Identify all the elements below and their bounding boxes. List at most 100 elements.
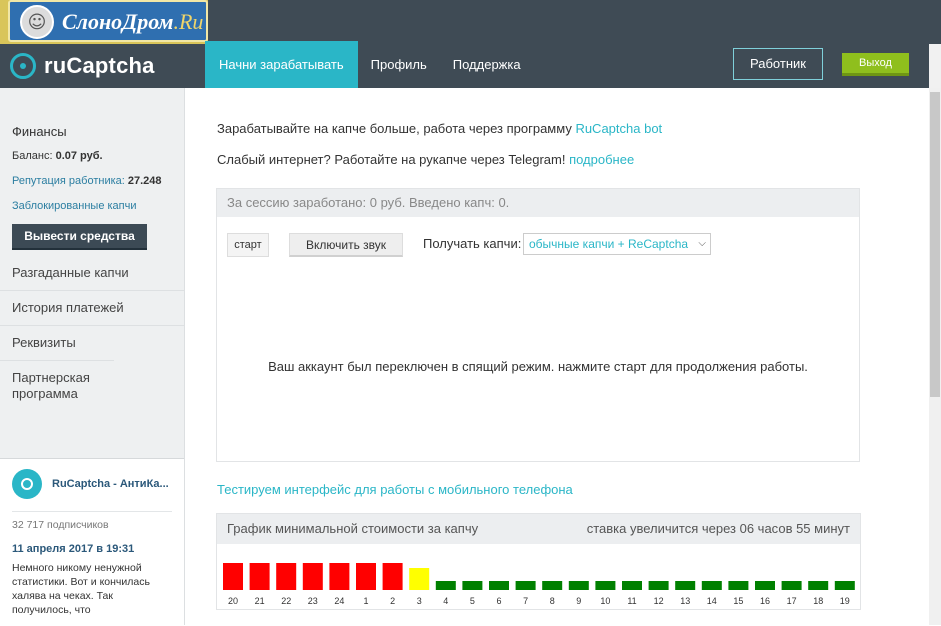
chart-bar-19: [834, 581, 855, 590]
chart-tick-label: 9: [576, 596, 581, 606]
vk-subscribers: 32 717 подписчиков: [12, 519, 109, 531]
price-chart-panel: График минимальной стоимости за капчу ст…: [216, 513, 861, 610]
chart-bar-18: [808, 581, 829, 590]
chart-tick-label: 20: [228, 596, 238, 606]
brand-logo[interactable]: ruCaptcha: [10, 44, 155, 88]
details-link[interactable]: подробнее: [569, 152, 634, 167]
chart-tick-label: 4: [443, 596, 448, 606]
chart-bar-9: [568, 581, 589, 590]
chart-bar-22: [276, 563, 297, 590]
price-chart: 20 21 22 23 24 1 2 3 4 5 6 7 8 9 10 11 12 13 14 15 16 17 18 19: [223, 563, 855, 606]
chart-note: ставка увеличится через 06 часов 55 мину…: [586, 521, 850, 536]
chart-tick-label: 8: [550, 596, 555, 606]
chart-bar-23: [302, 563, 323, 590]
overlay-logo-text: СлоноДром.Ru: [62, 9, 204, 34]
chart-tick-label: 14: [707, 596, 717, 606]
brand-name: ruCaptcha: [44, 53, 155, 78]
chart-tick-label: 21: [255, 596, 265, 606]
intro-line-2: Слабый интернет? Работайте на рукапче че…: [217, 152, 634, 167]
reputation-value: 27.248: [127, 175, 162, 187]
balance-line: Баланс: 0.07 руб.: [12, 150, 103, 162]
chart-bar-4: [435, 581, 456, 590]
elephant-icon: ☺: [20, 5, 54, 39]
chart-bar-12: [648, 581, 669, 590]
blocked-captchas-link[interactable]: Заблокированные капчи: [12, 200, 137, 212]
sidebar-item-payments[interactable]: История платежей: [0, 290, 184, 325]
vk-group-name[interactable]: RuCaptcha - АнтиКа...: [52, 478, 176, 490]
sound-toggle-button[interactable]: Включить звук: [289, 233, 403, 257]
chart-bar-20: [223, 563, 243, 590]
divider: [12, 511, 172, 512]
chart-tick-label: 11: [627, 596, 636, 606]
rucaptcha-bot-link[interactable]: RuCaptcha bot: [575, 121, 662, 136]
chevron-down-icon: ⌵: [698, 238, 706, 249]
chart-bar-2: [382, 563, 403, 590]
nav-support[interactable]: Поддержка: [440, 41, 534, 88]
mobile-interface-link[interactable]: Тестируем интерфейс для работы с мобильн…: [217, 482, 573, 497]
sidebar-menu: Разгаданные капчи История платежей Рекви…: [0, 256, 184, 411]
session-summary: За сессию заработано: 0 руб. Введено кап…: [217, 189, 859, 217]
chart-tick-label: 15: [733, 596, 743, 606]
chart-bar-13: [675, 581, 696, 590]
finance-title: Финансы: [12, 124, 67, 139]
chart-tick-label: 5: [470, 596, 475, 606]
sidebar-item-solved[interactable]: Разгаданные капчи: [0, 256, 184, 290]
chart-bar-14: [701, 581, 722, 590]
chart-bar-5: [462, 581, 483, 590]
balance-value: 0.07 руб.: [55, 150, 103, 162]
lock-icon: [12, 469, 42, 499]
intro-line-1: Зарабатывайте на капче больше, работа че…: [217, 121, 662, 136]
chart-bar-21: [249, 563, 270, 590]
chart-header: График минимальной стоимости за капчу ст…: [217, 514, 860, 544]
chart-tick-label: 10: [600, 596, 610, 606]
chart-tick-label: 18: [813, 596, 823, 606]
top-bar: ☺ СлоноДром.Ru ruCaptcha Начни зарабатыв…: [0, 0, 941, 88]
chart-bar-17: [781, 581, 802, 590]
chart-tick-label: 2: [390, 596, 395, 606]
withdraw-button[interactable]: Вывести средства: [12, 224, 147, 250]
chart-tick-label: 7: [523, 596, 528, 606]
chart-bar-24: [329, 563, 350, 590]
chart-tick-label: 12: [654, 596, 664, 606]
scrollbar-thumb[interactable]: [930, 92, 940, 397]
exit-button[interactable]: Выход: [842, 53, 909, 76]
receive-label: Получать капчи:: [423, 236, 522, 251]
sleep-message: Ваш аккаунт был переключен в спящий режи…: [268, 359, 808, 374]
chart-title: График минимальной стоимости за капчу: [227, 521, 479, 536]
work-panel: За сессию заработано: 0 руб. Введено кап…: [216, 188, 860, 462]
chart-tick-label: 13: [680, 596, 690, 606]
overlay-logo: ☺ СлоноДром.Ru: [8, 0, 208, 42]
chart-bar-7: [515, 581, 536, 590]
vk-post-date[interactable]: 11 апреля 2017 в 19:31: [12, 543, 134, 555]
vk-widget: RuCaptcha - АнтиКа... 32 717 подписчиков…: [0, 458, 184, 626]
start-button[interactable]: старт: [227, 233, 269, 257]
intro-text-1: Зарабатывайте на капче больше, работа че…: [217, 121, 576, 136]
balance-label: Баланс:: [12, 150, 53, 162]
chart-bar-11: [622, 581, 642, 590]
chart-bar-6: [489, 581, 509, 590]
chart-tick-label: 24: [334, 596, 344, 606]
chart-tick-label: 6: [496, 596, 501, 606]
worker-button[interactable]: Работник: [733, 48, 823, 80]
chart-tick-label: 3: [417, 596, 422, 606]
sidebar-item-partner[interactable]: Партнерская программа: [0, 360, 114, 411]
reputation-line: Репутация работника: 27.248: [12, 175, 162, 187]
scrollbar-track-top: [929, 44, 941, 88]
nav-start-earning[interactable]: Начни зарабатывать: [205, 41, 358, 88]
chart-bar-15: [728, 581, 749, 590]
chart-tick-label: 17: [787, 596, 797, 606]
sidebar-item-requisites[interactable]: Реквизиты: [0, 325, 184, 360]
main-nav: Начни зарабатывать Профиль Поддержка: [205, 41, 534, 88]
chart-bar-8: [542, 581, 563, 590]
vk-post-text: Немного никому ненужной статистики. Вот …: [12, 562, 150, 616]
captcha-type-value: обычные капчи + ReCaptcha: [529, 237, 689, 251]
nav-profile[interactable]: Профиль: [358, 41, 440, 88]
captcha-type-select[interactable]: обычные капчи + ReCaptcha ⌵: [523, 233, 711, 255]
chart-tick-label: 16: [760, 596, 770, 606]
reputation-label[interactable]: Репутация работника:: [12, 175, 125, 187]
lock-icon: [10, 53, 36, 79]
intro-text-2: Слабый интернет? Работайте на рукапче че…: [217, 152, 570, 167]
chart-bar-3: [409, 568, 430, 590]
chart-tick-label: 22: [281, 596, 291, 606]
chart-bar-1: [356, 563, 376, 590]
